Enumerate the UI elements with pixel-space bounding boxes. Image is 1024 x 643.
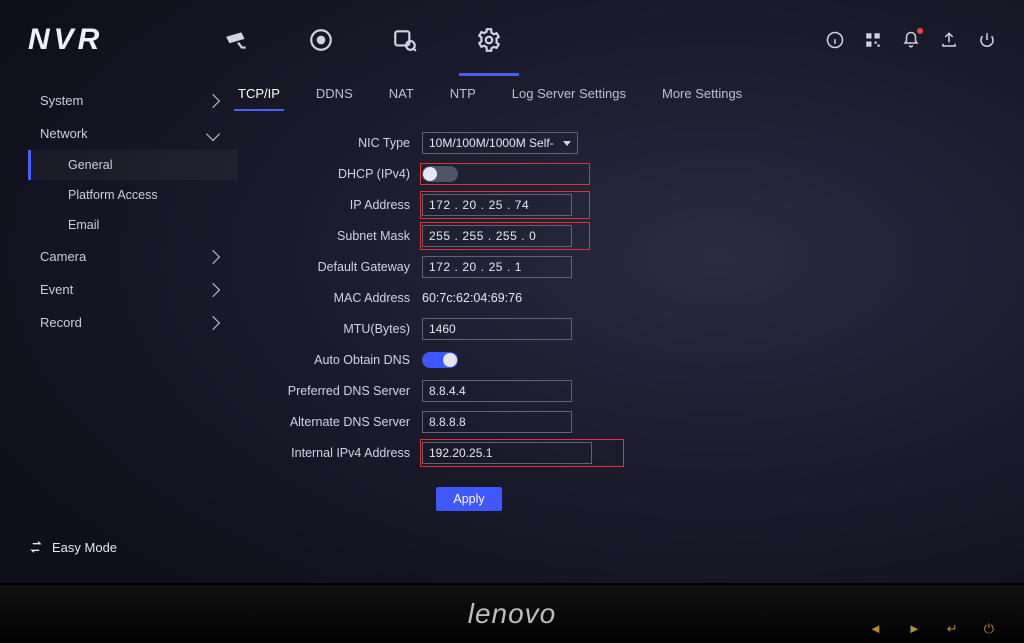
power-icon[interactable]	[978, 31, 996, 49]
sidebar: System Network General Platform Access E…	[28, 84, 238, 511]
nic-type-label: NIC Type	[274, 136, 422, 150]
mtu-label: MTU(Bytes)	[274, 322, 422, 336]
dhcp-label: DHCP (IPv4)	[274, 167, 422, 181]
tab-ddns[interactable]: DDNS	[316, 86, 353, 111]
dns2-input[interactable]: 8.8.8.8	[422, 411, 572, 433]
monitor-bezel: lenovo ◄►↵⏻	[0, 583, 1024, 643]
easy-mode-label: Easy Mode	[52, 540, 117, 555]
network-general-form: NIC Type 10M/100M/1000M Self- DHCP (IPv4…	[238, 120, 996, 511]
chevron-right-icon	[206, 282, 220, 296]
tab-ntp[interactable]: NTP	[450, 86, 476, 111]
chevron-down-icon	[206, 126, 220, 140]
sidebar-item-record[interactable]: Record	[28, 306, 238, 339]
chevron-right-icon	[206, 249, 220, 263]
tab-more[interactable]: More Settings	[662, 86, 742, 111]
gw-label: Default Gateway	[274, 260, 422, 274]
nav-target-icon[interactable]	[307, 26, 335, 54]
bell-notification-dot	[917, 28, 923, 34]
mask-label: Subnet Mask	[274, 229, 422, 243]
nav-settings-icon[interactable]	[475, 26, 503, 54]
internal-ipv4-input[interactable]: 192.20.25.1	[422, 442, 592, 464]
mac-value: 60:7c:62:04:69:76	[422, 291, 522, 305]
autodns-toggle[interactable]	[422, 352, 458, 368]
sidebar-item-system[interactable]: System	[28, 84, 238, 117]
subnet-mask-input[interactable]: 255. 255. 255. 0	[422, 225, 572, 247]
sidebar-item-camera[interactable]: Camera	[28, 240, 238, 273]
tab-logserver[interactable]: Log Server Settings	[512, 86, 626, 111]
sidebar-item-label: Record	[40, 315, 82, 330]
autodns-label: Auto Obtain DNS	[274, 353, 422, 367]
nav-camera-icon[interactable]	[223, 26, 251, 54]
nic-type-value: 10M/100M/1000M Self-	[429, 136, 554, 150]
sidebar-item-label: Camera	[40, 249, 86, 264]
ip-label: IP Address	[274, 198, 422, 212]
mtu-input[interactable]: 1460	[422, 318, 572, 340]
info-icon[interactable]	[826, 31, 844, 49]
nav-search-record-icon[interactable]	[391, 26, 419, 54]
dhcp-toggle[interactable]	[422, 166, 458, 182]
nic-type-select[interactable]: 10M/100M/1000M Self-	[422, 132, 578, 154]
swap-icon	[28, 539, 44, 555]
internal-label: Internal IPv4 Address	[274, 446, 422, 460]
tab-nat[interactable]: NAT	[389, 86, 414, 111]
tab-tcpip[interactable]: TCP/IP	[238, 86, 280, 111]
dns1-input[interactable]: 8.8.4.4	[422, 380, 572, 402]
sidebar-sub-general[interactable]: General	[28, 150, 238, 180]
chevron-right-icon	[206, 315, 220, 329]
ip-address-input[interactable]: 172. 20. 25. 74	[422, 194, 572, 216]
sidebar-item-label: Event	[40, 282, 73, 297]
export-icon[interactable]	[940, 31, 958, 49]
monitor-brand: lenovo	[468, 598, 557, 630]
monitor-buttons: ◄►↵⏻	[869, 621, 994, 637]
qr-icon[interactable]	[864, 31, 882, 49]
chevron-down-icon	[563, 141, 571, 146]
sidebar-item-event[interactable]: Event	[28, 273, 238, 306]
sidebar-sub-platform-access[interactable]: Platform Access	[28, 180, 238, 210]
dns2-label: Alternate DNS Server	[274, 415, 422, 429]
sidebar-sub-email[interactable]: Email	[28, 210, 238, 240]
tab-bar: TCP/IP DDNS NAT NTP Log Server Settings …	[238, 80, 996, 116]
sidebar-item-label: System	[40, 93, 83, 108]
easy-mode-button[interactable]: Easy Mode	[28, 539, 117, 555]
apply-button[interactable]: Apply	[436, 487, 502, 511]
chevron-right-icon	[206, 93, 220, 107]
bell-icon[interactable]	[902, 31, 920, 49]
dns1-label: Preferred DNS Server	[274, 384, 422, 398]
sidebar-item-label: Network	[40, 126, 88, 141]
sidebar-item-network[interactable]: Network	[28, 117, 238, 150]
mac-label: MAC Address	[274, 291, 422, 305]
logo: NVR	[28, 23, 103, 57]
default-gateway-input[interactable]: 172. 20. 25. 1	[422, 256, 572, 278]
